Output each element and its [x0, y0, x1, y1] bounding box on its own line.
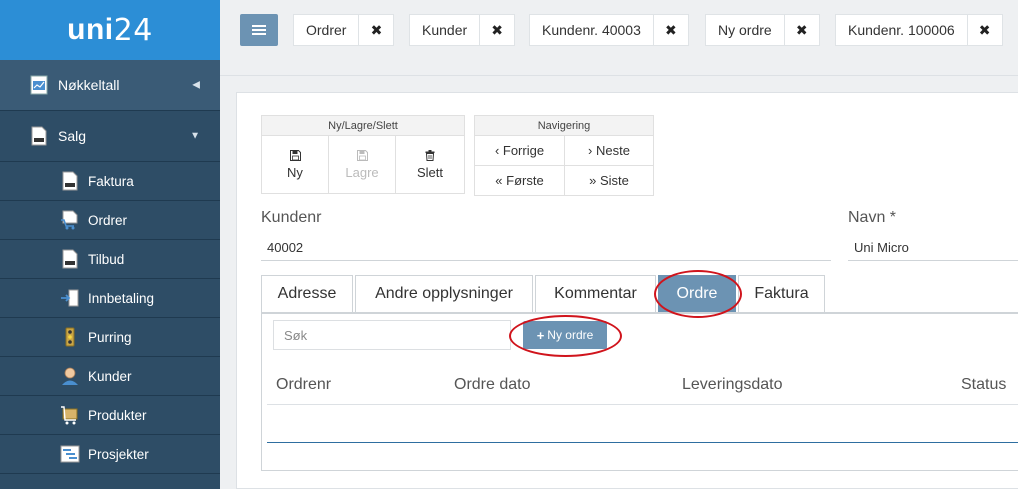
- chart-icon: [30, 75, 48, 95]
- sidebar-item-produkter[interactable]: Produkter: [0, 396, 220, 435]
- sidebar-item-label: Prosjekter: [88, 446, 149, 462]
- customer-number-input[interactable]: [261, 235, 831, 261]
- sidebar-item-label: Ordrer: [88, 212, 128, 228]
- customer-detail-panel: Ny/Lagre/Slett Ny Lagre Slett Navigering…: [236, 92, 1018, 489]
- hamburger-menu-button[interactable]: [240, 14, 278, 46]
- toolbar-group-title: Ny/Lagre/Slett: [262, 116, 464, 136]
- customer-icon: [62, 367, 78, 385]
- highlight-ring-new-order: [509, 315, 622, 357]
- close-icon[interactable]: ✖: [654, 15, 688, 45]
- sidebar-item-label: Tilbud: [88, 251, 125, 267]
- tab-faktura[interactable]: Faktura: [738, 275, 825, 312]
- sidebar-item-label: Salg: [58, 128, 87, 144]
- sidebar-item-purring[interactable]: Purring: [0, 318, 220, 357]
- invoice-icon: [62, 171, 78, 191]
- name-input[interactable]: [848, 235, 1018, 261]
- tab-kommentar[interactable]: Kommentar: [535, 275, 656, 312]
- tab-label[interactable]: Kundenr. 100006: [836, 15, 968, 45]
- open-tab-kunder[interactable]: Kunder ✖: [409, 14, 516, 46]
- tab-label[interactable]: Kunder: [410, 15, 481, 45]
- table-empty-row: [267, 442, 1018, 443]
- sidebar-item-label: Nøkkeltall: [58, 77, 120, 93]
- toolbar-group-new-save-delete: Ny/Lagre/Slett Ny Lagre Slett: [261, 115, 465, 194]
- name-label: Navn *: [848, 209, 897, 226]
- open-tab-ny-ordre[interactable]: Ny ordre ✖: [705, 14, 820, 46]
- search-input[interactable]: [273, 320, 511, 350]
- previous-button[interactable]: ‹ Forrige: [475, 136, 565, 166]
- sidebar: uni24 Nøkkeltall ◀ Salg ▼ Faktura Ordre: [0, 0, 220, 489]
- tab-label[interactable]: Ordrer: [294, 15, 360, 45]
- sidebar-item-tilbud[interactable]: Tilbud: [0, 240, 220, 279]
- close-icon[interactable]: ✖: [480, 15, 514, 45]
- sidebar-item-prosjekter[interactable]: Prosjekter: [0, 435, 220, 474]
- customer-number-label: Kundenr: [261, 209, 322, 226]
- sidebar-item-faktura[interactable]: Faktura: [0, 162, 220, 201]
- close-icon[interactable]: ✖: [968, 15, 1002, 45]
- new-button[interactable]: Ny: [262, 136, 329, 193]
- toolbar-group-navigation: Navigering ‹ Forrige › Neste « Første » …: [474, 115, 654, 196]
- close-icon[interactable]: ✖: [785, 15, 819, 45]
- sidebar-item-innbetaling[interactable]: Innbetaling: [0, 279, 220, 318]
- expand-arrow-icon: ▼: [190, 130, 200, 142]
- open-tab-kundenr-100006[interactable]: Kundenr. 100006 ✖: [835, 14, 1003, 46]
- top-tab-bar: Ordrer ✖ Kunder ✖ Kundenr. 40003 ✖ Ny or…: [220, 0, 1018, 76]
- sidebar-item-kunder[interactable]: Kunder: [0, 357, 220, 396]
- sidebar-item-label: Purring: [88, 329, 132, 345]
- tab-andre-opplysninger[interactable]: Andre opplysninger: [355, 275, 533, 312]
- column-header-leveringsdato[interactable]: Leveringsdato: [682, 376, 783, 394]
- next-button[interactable]: › Neste: [565, 136, 653, 166]
- payment-icon: [61, 289, 79, 307]
- open-tab-ordrer[interactable]: Ordrer ✖: [293, 14, 395, 46]
- sidebar-item-label: Kunder: [88, 368, 132, 384]
- toolbar-group-title: Navigering: [475, 116, 653, 136]
- sidebar-item-label: Faktura: [88, 173, 134, 189]
- sidebar-item-label: Produkter: [88, 407, 147, 423]
- order-tab-content: + Ny ordre Ordrenr Ordre dato Leveringsd…: [261, 314, 1018, 471]
- sidebar-item-ordrer[interactable]: Ordrer: [0, 201, 220, 240]
- hamburger-icon: [252, 29, 266, 31]
- app-logo[interactable]: uni 24: [0, 0, 220, 60]
- sidebar-item-nokkeltall[interactable]: Nøkkeltall ◀: [0, 60, 220, 111]
- project-icon: [60, 445, 80, 463]
- save-button[interactable]: Lagre: [329, 136, 396, 193]
- column-header-ordre-dato[interactable]: Ordre dato: [454, 376, 530, 394]
- table-header-divider: [267, 404, 1018, 405]
- tab-adresse[interactable]: Adresse: [261, 275, 353, 312]
- save-icon: [356, 149, 368, 161]
- open-tab-kundenr-40003[interactable]: Kundenr. 40003 ✖: [529, 14, 689, 46]
- tab-label[interactable]: Ny ordre: [706, 15, 785, 45]
- sidebar-item-label: Innbetaling: [88, 290, 155, 306]
- last-button[interactable]: » Siste: [565, 166, 653, 195]
- product-icon: [61, 406, 78, 425]
- sidebar-item-salg[interactable]: Salg ▼: [0, 111, 220, 162]
- column-header-ordrenr[interactable]: Ordrenr: [276, 376, 331, 394]
- collapse-arrow-icon: ◀: [192, 79, 200, 91]
- trash-icon: [425, 149, 435, 161]
- close-icon[interactable]: ✖: [359, 15, 393, 45]
- traffic-light-icon: [65, 327, 75, 347]
- cart-icon: [61, 210, 78, 230]
- tab-label[interactable]: Kundenr. 40003: [530, 15, 654, 45]
- column-header-status[interactable]: Status: [961, 376, 1006, 394]
- invoice-icon: [31, 126, 47, 146]
- save-icon: [289, 149, 301, 161]
- first-button[interactable]: « Første: [475, 166, 565, 195]
- delete-button[interactable]: Slett: [396, 136, 464, 193]
- highlight-ring-ordre-tab: [654, 270, 742, 318]
- offer-icon: [62, 249, 78, 269]
